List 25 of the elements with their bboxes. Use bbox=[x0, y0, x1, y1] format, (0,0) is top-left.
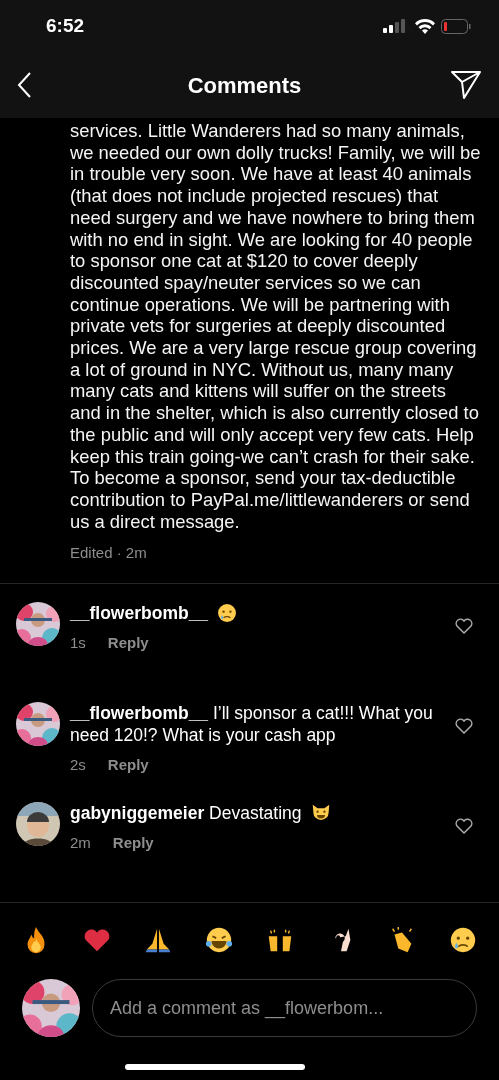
post-caption: services. Little Wanderers had so many animals, we needed our own dolly trucks! Family, we will be in trouble very soon. We have at least 40 animals (that does not include projected rescues) that need surgery and we have nowhere to bring them with no end in sight. We are looking for 40 people to sponsor one cat at $120 to cover deeply discounted spay/neuter services so we can continue operations. We will be partnering with private vets for surgeries at deeply discounted prices. We are a very large rescue group covering a lot of ground in NYC. Without us, many many many cats and kittens will suffer on the streets and in the shelter, which is also currently closed to the public and will only accept very few cats. Help keep this train going-we can’t crash for their sake. To become a sponsor, send your tax-deductible contribution to PayPal.me/littlewanderers or send us a direct message. bbox=[70, 120, 481, 533]
battery-icon bbox=[441, 18, 471, 34]
comment-time: 2m bbox=[70, 833, 91, 854]
avatar[interactable] bbox=[16, 802, 60, 847]
like-icon[interactable] bbox=[455, 718, 473, 735]
status-time: 6:52 bbox=[46, 13, 85, 38]
reply-link[interactable]: Reply bbox=[107, 632, 149, 655]
reply-link[interactable]: Reply bbox=[107, 754, 149, 777]
reply-link[interactable]: Reply bbox=[112, 832, 154, 855]
comment-time: 1s bbox=[70, 633, 86, 654]
avatar[interactable] bbox=[16, 602, 60, 647]
comment-field[interactable]: Add a comment as __flowerbom... bbox=[92, 979, 477, 1038]
comment-text: gabyniggemeier Devastating bbox=[70, 802, 302, 825]
comment-text: __flowerbomb__ I’ll sponsor a cat!!! What you need 120!? What is your cash app bbox=[70, 702, 434, 747]
like-icon[interactable] bbox=[455, 618, 473, 635]
edited-time: Edited · 2m bbox=[70, 543, 147, 564]
comment-text: __flowerbomb__ bbox=[70, 602, 209, 625]
page-title: Comments bbox=[187, 71, 302, 100]
crying-face-icon bbox=[216, 602, 239, 625]
wifi-icon bbox=[415, 18, 435, 34]
avatar[interactable] bbox=[16, 702, 60, 747]
avatar[interactable] bbox=[22, 979, 80, 1038]
comment-time: 2s bbox=[70, 755, 86, 776]
like-icon[interactable] bbox=[455, 818, 473, 835]
send-button[interactable] bbox=[449, 68, 483, 102]
